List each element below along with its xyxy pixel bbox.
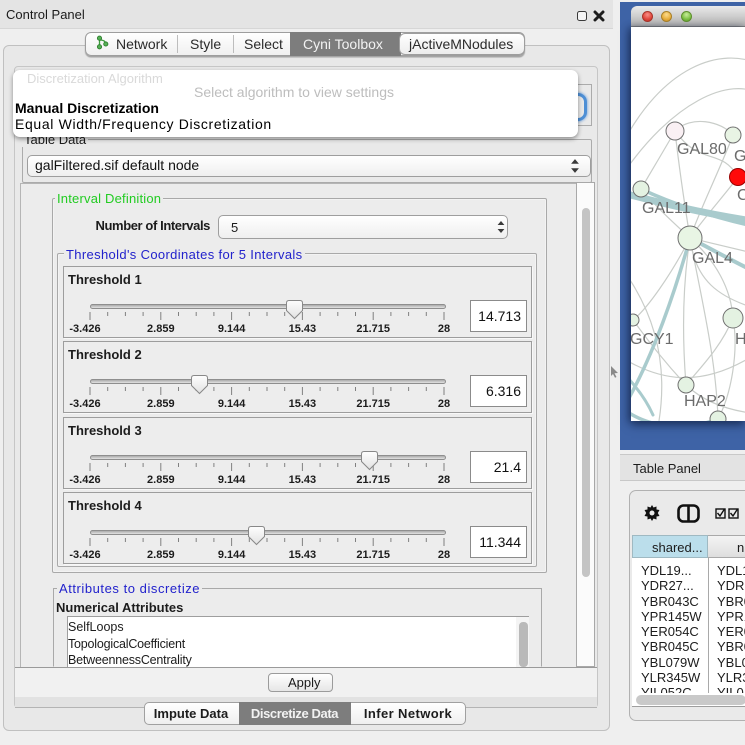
svg-text:C: C <box>737 187 745 204</box>
svg-text:GAL80: GAL80 <box>677 141 727 158</box>
svg-text:GAL11: GAL11 <box>642 200 691 217</box>
svg-text:GCY1: GCY1 <box>631 331 674 348</box>
svg-text:G.: G. <box>734 148 745 165</box>
svg-text:H: H <box>735 331 745 348</box>
svg-text:HAP2: HAP2 <box>684 393 726 410</box>
svg-text:GAL4: GAL4 <box>692 250 733 267</box>
